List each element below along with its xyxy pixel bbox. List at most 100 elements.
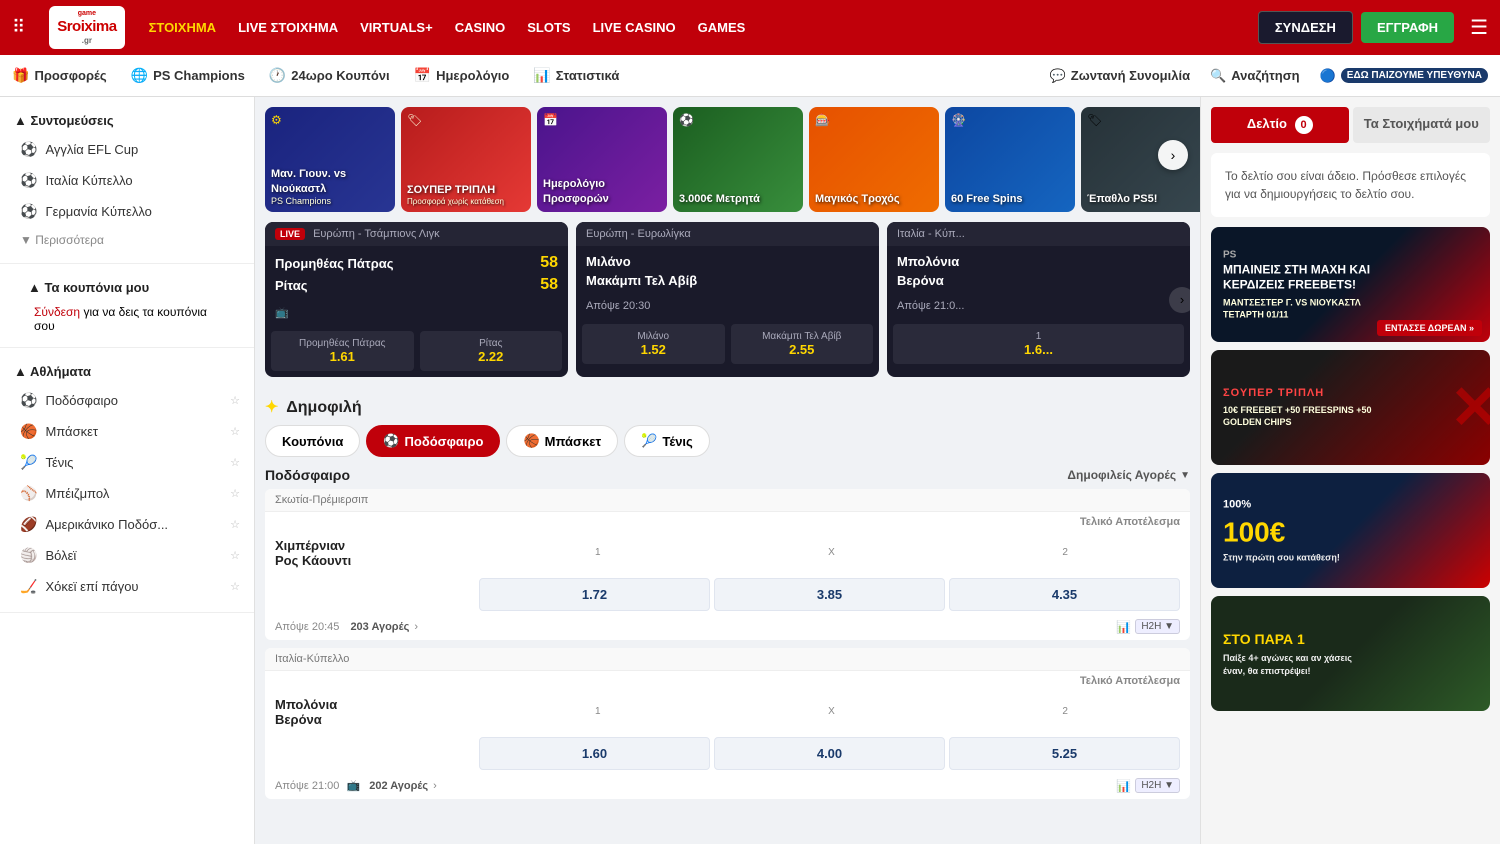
- betslip-tab-my-bets[interactable]: Τα Στοιχήματά μου: [1353, 107, 1491, 143]
- more-markets-0[interactable]: 203 Αγορές: [350, 621, 409, 633]
- sidebar-item-tennis[interactable]: 🎾 Τένις ☆: [0, 447, 254, 478]
- sports-section: ▲ Αθλήματα ⚽ Ποδόσφαιρο ☆ 🏀 Μπάσκετ ☆ 🎾: [0, 348, 254, 613]
- match-stats-1[interactable]: 📊 H2H ▼: [1116, 778, 1180, 793]
- sidebar-item-american-football[interactable]: 🏈 Αμερικάνικο Ποδόσ... ☆: [0, 509, 254, 540]
- promo-card-2[interactable]: 📅 Ημερολόγιο Προσφορών: [537, 107, 667, 212]
- promo-card-1[interactable]: 🏷 ΣΟΥΠΕΡ ΤΡΙΠΛΗ Προσφορά χωρίς κατάθεση: [401, 107, 531, 212]
- dice-icon: 🎰: [815, 113, 830, 127]
- odds-btn-1-2[interactable]: 5.25: [949, 737, 1180, 770]
- sports-header[interactable]: ▲ Αθλήματα: [0, 358, 254, 385]
- sec-nav-calendar[interactable]: 📅 Ημερολόγιο: [414, 67, 510, 84]
- shortcuts-header[interactable]: ▲ Συντομεύσεις: [0, 107, 254, 134]
- coupons-header[interactable]: ▲ Τα κουπόνια μου: [14, 274, 240, 301]
- sidebar-item-italy-cup[interactable]: ⚽ Ιταλία Κύπελλο: [0, 165, 254, 196]
- sidebar-more-shortcuts[interactable]: ▼ Περισσότερα: [0, 227, 254, 253]
- match-stats-0[interactable]: 📊 H2H ▼: [1116, 619, 1180, 634]
- sec-nav-coupon[interactable]: 🕐 24ωρο Κουπόνι: [269, 67, 390, 84]
- stats-icon: 📊: [533, 67, 550, 84]
- nav-virtuals[interactable]: VIRTUALS+: [360, 20, 433, 35]
- sec-nav-search[interactable]: 🔍 Αναζήτηση: [1210, 68, 1300, 84]
- promo-card-4[interactable]: 🎰 Μαγικός Τροχός: [809, 107, 939, 212]
- top-navigation: ⠿ game Sroixima .gr ΣΤΟΙΧΗΜΑ LIVE ΣΤΟΙΧΗ…: [0, 0, 1500, 55]
- odds-btn-partial[interactable]: 1 1.6...: [893, 324, 1184, 364]
- nav-casino[interactable]: CASINO: [455, 20, 506, 35]
- responsible-icon: 🔵: [1320, 68, 1336, 84]
- tab-tennis[interactable]: 🎾 Τένις: [624, 425, 710, 457]
- right-panel: Δελτίο 0 Τα Στοιχήματά μου Το δελτίο σου…: [1200, 97, 1500, 844]
- sidebar-item-football[interactable]: ⚽ Ποδόσφαιρο ☆: [0, 385, 254, 416]
- spin-icon: 🎡: [951, 113, 966, 127]
- promo-card-0[interactable]: ⚙ Μαν. Γιουν. vs Νιούκαστλ PS Champions: [265, 107, 395, 212]
- sidebar-item-basketball[interactable]: 🏀 Μπάσκετ ☆: [0, 416, 254, 447]
- sidebar-item-england-efl[interactable]: ⚽ Αγγλία EFL Cup: [0, 134, 254, 165]
- settings-icon: ⚙: [271, 113, 282, 127]
- promo-next-button[interactable]: ›: [1158, 140, 1188, 170]
- tab-coupons[interactable]: Κουπόνια: [265, 425, 360, 457]
- promo-card-3[interactable]: ⚽ 3.000€ Μετρητά: [673, 107, 803, 212]
- odds-btn-milano[interactable]: Μιλάνο 1.52: [582, 324, 725, 364]
- more-markets-1[interactable]: 202 Αγορές: [369, 780, 428, 792]
- odds-btn-0-1[interactable]: 1.72: [479, 578, 710, 611]
- nav-live-casino[interactable]: LIVE CASINO: [593, 20, 676, 35]
- right-banner-2[interactable]: 100% 100€ Στην πρώτη σου κατάθεση!: [1211, 473, 1490, 588]
- pin-icon-5: ☆: [230, 518, 240, 531]
- next-match-arrow[interactable]: ›: [1169, 287, 1190, 313]
- tab-basketball[interactable]: 🏀 Μπάσκετ: [506, 425, 618, 457]
- bar-chart-icon-2: 📊: [1116, 779, 1131, 793]
- odds-btn-1-x[interactable]: 4.00: [714, 737, 945, 770]
- football-icon: ⚽: [20, 141, 37, 158]
- promo-banners-row: ⚙ Μαν. Γιουν. vs Νιούκαστλ PS Champions …: [255, 97, 1200, 212]
- hamburger-icon[interactable]: ☰: [1470, 15, 1488, 40]
- register-button[interactable]: ΕΓΓΡΑΦΗ: [1361, 12, 1454, 43]
- right-banner-0[interactable]: PS ΜΠΑΙΝΕΙΣ ΣΤΗ ΜΑΧΗ ΚΑΙ ΚΕΡΔΙΖΕΙΣ FREEB…: [1211, 227, 1490, 342]
- pin-icon-3: ☆: [230, 456, 240, 469]
- odds-btn-0-2[interactable]: 4.35: [949, 578, 1180, 611]
- match-row-container-0: Σκωτία-Πρέμιερσιπ Τελικό Αποτέλεσμα Χιμπ…: [265, 489, 1190, 640]
- american-football-icon: 🏈: [20, 516, 37, 533]
- gift-icon: 🎁: [12, 67, 29, 84]
- nav-live-stoixima[interactable]: LIVE ΣΤΟΙΧΗΜΑ: [238, 20, 338, 35]
- sidebar-item-hockey[interactable]: 🏒 Χόκεϊ επί πάγου ☆: [0, 571, 254, 602]
- pin-icon-7: ☆: [230, 580, 240, 593]
- odds-btn-maccabi[interactable]: Μακάμπι Τελ Αβίβ 2.55: [731, 324, 874, 364]
- shortcuts-section: ▲ Συντομεύσεις ⚽ Αγγλία EFL Cup ⚽ Ιταλία…: [0, 97, 254, 264]
- sec-nav-ps-champions[interactable]: 🌐 PS Champions: [131, 67, 245, 84]
- match-row-1: Μπολόνια Βερόνα 1 X 2: [265, 687, 1190, 737]
- nav-stoixima[interactable]: ΣΤΟΙΧΗΜΑ: [149, 20, 217, 35]
- odds-btn-team2[interactable]: Ρίτας 2.22: [420, 331, 563, 371]
- chevron-down-icon: ▼: [20, 233, 35, 247]
- sidebar-item-baseball[interactable]: ⚾ Μπέιζμπολ ☆: [0, 478, 254, 509]
- coupon-login-link[interactable]: Σύνδεση: [34, 305, 80, 319]
- site-logo[interactable]: game Sroixima .gr: [49, 6, 124, 50]
- sec-nav-right: 💬 Ζωντανή Συνομιλία 🔍 Αναζήτηση 🔵 ΕΔΩ ΠΑ…: [1050, 68, 1488, 84]
- basketball-icon: 🏀: [20, 423, 37, 440]
- login-button[interactable]: ΣΥΝΔΕΣΗ: [1258, 11, 1353, 44]
- h2h-badge-0[interactable]: H2H ▼: [1135, 619, 1180, 634]
- nav-games[interactable]: GAMES: [698, 20, 746, 35]
- sec-nav-responsible[interactable]: 🔵 ΕΔΩ ΠΑΙΖΟΥΜΕ ΥΠΕΥΘΥΝΑ: [1320, 68, 1488, 84]
- nav-slots[interactable]: SLOTS: [527, 20, 570, 35]
- h2h-badge-1[interactable]: H2H ▼: [1135, 778, 1180, 793]
- football-promo-icon: ⚽: [679, 113, 694, 127]
- match-row-container-1: Ιταλία-Κύπελλο Τελικό Αποτέλεσμα Μπολόνι…: [265, 648, 1190, 799]
- tab-football[interactable]: ⚽ Ποδόσφαιρο: [366, 425, 500, 457]
- odds-btn-1-1[interactable]: 1.60: [479, 737, 710, 770]
- right-banner-3[interactable]: ΣΤΟ ΠΑΡΑ 1 Παίξε 4+ αγώνες και αν χάσεις…: [1211, 596, 1490, 711]
- sidebar-item-germany-cup[interactable]: ⚽ Γερμανία Κύπελλο: [0, 196, 254, 227]
- match-row-0: Χιμπέρνιαν Ρος Κάουντι 1 X 2: [265, 528, 1190, 578]
- sec-nav-stats[interactable]: 📊 Στατιστικά: [533, 67, 619, 84]
- odds-btn-0-x[interactable]: 3.85: [714, 578, 945, 611]
- odds-grid-0: 1 X 2: [483, 547, 1180, 560]
- sec-nav-prosfores[interactable]: 🎁 Προσφορές: [12, 67, 107, 84]
- banner-cta-0[interactable]: ΕΝΤΑΣΣΕ ΔΩΡΕΑΝ »: [1377, 320, 1482, 336]
- grid-icon[interactable]: ⠿: [12, 17, 25, 38]
- chat-icon: 💬: [1050, 68, 1066, 84]
- sidebar-item-volleyball[interactable]: 🏐 Βόλεϊ ☆: [0, 540, 254, 571]
- odds-btn-team1[interactable]: Προμηθέας Πάτρας 1.61: [271, 331, 414, 371]
- promo-card-5[interactable]: 🎡 60 Free Spins: [945, 107, 1075, 212]
- markets-dropdown[interactable]: Δημοφιλείς Αγορές ▼: [1067, 468, 1190, 482]
- betslip-tab-active[interactable]: Δελτίο 0: [1211, 107, 1349, 143]
- popular-section: ✦ Δημοφιλή Κουπόνια ⚽ Ποδόσφαιρο 🏀 Μπάσκ…: [255, 387, 1200, 817]
- sec-nav-chat[interactable]: 💬 Ζωντανή Συνομιλία: [1050, 68, 1191, 84]
- right-banner-1[interactable]: ΣΟΥΠΕΡ ΤΡΙΠΛΗ 10€ FREEBET +50 FREESPINS …: [1211, 350, 1490, 465]
